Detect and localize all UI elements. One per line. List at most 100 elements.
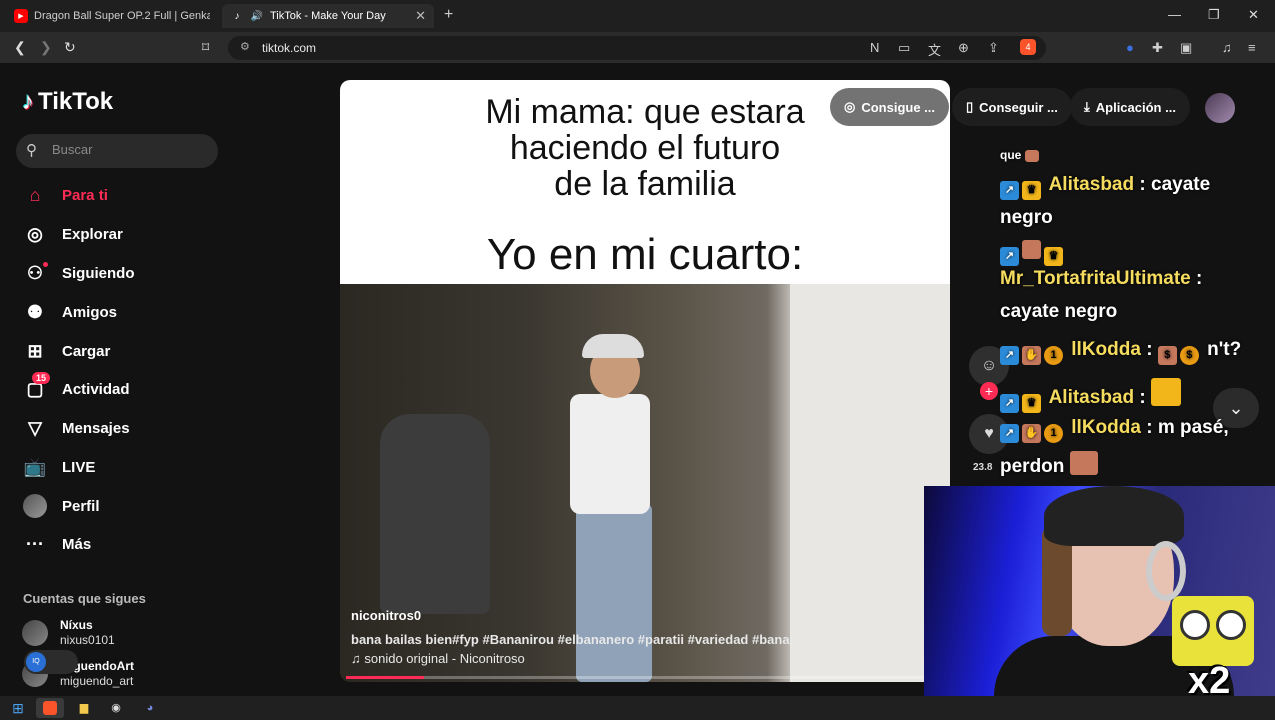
discord-icon[interactable]: ◕: [136, 698, 164, 718]
search-input[interactable]: [52, 142, 202, 157]
logo-text: TikTok: [38, 88, 114, 115]
windows-taskbar: ⊞ ▆ ◉ ◕: [0, 696, 1275, 720]
sidebar-item-mensajes[interactable]: ▽ Mensajes: [22, 414, 130, 442]
chat-user: llKodda: [1071, 339, 1141, 360]
emote-icon: [1024, 150, 1039, 162]
browser-tab-strip: ▶ Dragon Ball Super OP.2 Full | Genkai ♪…: [0, 0, 1275, 32]
download-app-button[interactable]: ⤓ Aplicación ...: [1070, 88, 1190, 126]
obs-icon[interactable]: ◉: [102, 698, 130, 718]
restore-icon[interactable]: ❐: [1208, 7, 1220, 23]
tiktok-logo[interactable]: ♪ TikTok: [22, 88, 113, 116]
brave-shields-icon[interactable]: 4: [1020, 39, 1036, 55]
zoom-icon[interactable]: ⊕: [958, 40, 969, 56]
user-avatar[interactable]: [1205, 93, 1235, 123]
forward-icon[interactable]: ❯: [40, 39, 52, 56]
notification-dot: [43, 262, 48, 267]
search-box[interactable]: ⚲: [16, 134, 218, 168]
video-author[interactable]: niconitros0: [351, 608, 941, 623]
sidebar-item-label: Más: [62, 535, 92, 553]
sidebar-item-cargar[interactable]: ⊞ Cargar: [22, 337, 110, 365]
share-icon[interactable]: ⇪: [988, 40, 999, 56]
extension-vpn-icon[interactable]: ●: [1126, 40, 1134, 55]
address-bar[interactable]: ⚙ tiktok.com: [228, 36, 1046, 60]
close-window-icon[interactable]: ✕: [1248, 7, 1259, 23]
chat-user: Mr_TortafritaUltimate: [1000, 268, 1191, 289]
account-handle: miguendo_art: [60, 674, 134, 688]
chat-line: cayate negro: [1000, 301, 1117, 323]
emote-icon: [1022, 240, 1041, 259]
sidebar-item-para-ti[interactable]: ⌂ Para ti: [22, 181, 108, 209]
video-progress-bar[interactable]: [346, 676, 946, 679]
sidebar-item-label: LIVE: [62, 458, 96, 476]
chat-text: perdon: [1000, 456, 1065, 477]
bookmark-icon[interactable]: ⌑: [202, 39, 209, 56]
sidebar-item-amigos[interactable]: ⚉ Amigos: [22, 298, 117, 326]
more-icon: ···: [26, 533, 44, 554]
coin-icon: ◎: [844, 99, 856, 114]
sidebar-item-live[interactable]: 📺 LIVE: [22, 453, 96, 481]
get-app-button[interactable]: ▯ Conseguir ...: [952, 88, 1072, 126]
extensions-icon[interactable]: ✚: [1152, 40, 1163, 56]
windows-start-icon[interactable]: ⊞: [4, 698, 32, 718]
translate-icon[interactable]: 文: [928, 40, 941, 59]
account-handle: nixus0101: [60, 633, 115, 647]
sidebar-item-actividad[interactable]: ▢ 15 Actividad: [22, 372, 130, 403]
meme-line: de la familia: [554, 165, 736, 203]
badge-icon: ↗: [1000, 346, 1019, 365]
emote-icon: [1069, 451, 1098, 475]
crown-icon: ♛: [1044, 247, 1063, 266]
chat-text: :: [1196, 268, 1203, 289]
sidebar-item-label: Perfil: [62, 497, 100, 515]
extension-toggle[interactable]: IQ: [24, 650, 78, 674]
live-icon: 📺: [23, 456, 47, 477]
media-icon[interactable]: ♫: [1222, 40, 1232, 55]
speaker-icon[interactable]: 🔊: [250, 9, 264, 23]
tiktok-icon: ♪: [234, 10, 240, 22]
spongebob-emote-icon: [1151, 378, 1181, 406]
close-tab-icon[interactable]: ✕: [415, 8, 426, 24]
reload-icon[interactable]: ↻: [64, 39, 76, 56]
headphones: [1146, 541, 1186, 601]
crown-icon: ♛: [1022, 181, 1041, 200]
badge-icon: ↗: [1000, 247, 1019, 266]
chat-text: : m pasé,: [1146, 417, 1229, 438]
minimize-icon[interactable]: —: [1168, 7, 1181, 22]
badge-icon: ↗: [1000, 424, 1019, 443]
sidebar-item-explorar[interactable]: ◎ Explorar: [22, 220, 123, 248]
sidebar-item-label: Cargar: [62, 342, 111, 360]
sidebar-item-mas[interactable]: ··· Más: [22, 530, 91, 558]
url-text: tiktok.com: [262, 41, 317, 55]
chat-user: Alitasbad: [1048, 387, 1135, 408]
new-tab-icon[interactable]: +: [444, 6, 453, 24]
follow-plus-icon[interactable]: +: [980, 382, 998, 400]
tab-dragon-ball[interactable]: ▶ Dragon Ball Super OP.2 Full | Genkai: [6, 4, 218, 28]
sidebar-item-label: Para ti: [62, 186, 108, 204]
tab-tiktok[interactable]: ♪ 🔊 TikTok - Make Your Day ✕: [222, 4, 434, 28]
file-explorer-icon[interactable]: ▆: [70, 698, 98, 718]
tracking-icon[interactable]: Ν: [870, 40, 879, 55]
chat-text: : cayate: [1139, 174, 1211, 195]
emote-icon: ✋: [1022, 424, 1041, 443]
meme-line: haciendo el futuro: [509, 129, 781, 167]
cast-icon[interactable]: ▭: [898, 40, 910, 56]
browser-toolbar: ❮ ❯ ↻ ⌑ ⚙ tiktok.com Ν ▭ 文 ⊕ ⇪ 4 ● ✚ ▣ ♫…: [0, 32, 1275, 64]
sidebar-item-perfil[interactable]: Perfil: [22, 492, 100, 520]
back-icon[interactable]: ❮: [14, 39, 26, 56]
chat-text: negro: [1000, 207, 1053, 228]
brave-taskbar-icon[interactable]: [36, 698, 64, 718]
coin-badge-icon: 1: [1044, 346, 1063, 365]
chat-line: Mr_TortafritaUltimate :: [1000, 268, 1202, 290]
site-settings-icon[interactable]: ⚙: [240, 40, 250, 53]
followed-account-nixus[interactable]: Níxus nixus0101: [22, 618, 115, 648]
video-sound[interactable]: ♫ sonido original - Niconitroso: [351, 651, 941, 666]
video-player[interactable]: Mi mama: que estara haciendo el futuro d…: [340, 80, 950, 682]
meme-line: Yo en mi cuarto:: [486, 230, 804, 279]
video-description[interactable]: bana bailas bien#fyp #Bananirou #elbanan…: [351, 632, 941, 647]
sidebar-icon[interactable]: ▣: [1180, 40, 1192, 56]
menu-icon[interactable]: ≡: [1248, 40, 1256, 55]
chat-user: Alitasbad: [1048, 174, 1135, 195]
sidebar-item-label: Explorar: [62, 225, 123, 243]
sidebar-item-siguiendo[interactable]: ⚇ Siguiendo: [22, 259, 135, 287]
get-coins-button[interactable]: ◎ Consigue ...: [830, 88, 950, 126]
sidebar-item-label: Mensajes: [62, 419, 130, 437]
